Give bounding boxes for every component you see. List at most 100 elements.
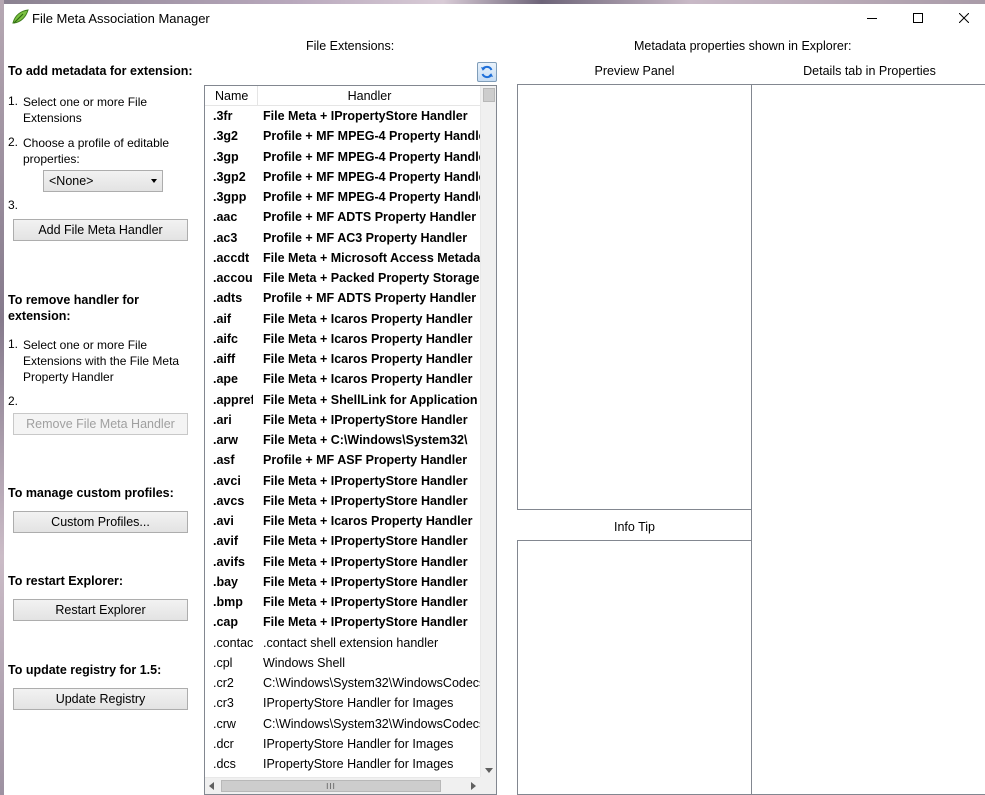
extension-name: .adts	[213, 291, 243, 306]
maximize-icon	[913, 13, 923, 23]
table-row[interactable]: .avifs File Meta + IPropertyStore Handler	[205, 552, 480, 572]
table-row[interactable]: .accountpicture-ms File Meta + Packed Pro…	[205, 268, 480, 288]
column-header-handler[interactable]: Handler	[259, 86, 480, 106]
extension-name: .dcs	[213, 757, 236, 771]
profile-select[interactable]: <None>	[43, 170, 163, 192]
handler-name: File Meta + IPropertyStore Handler	[263, 554, 468, 569]
close-button[interactable]	[941, 4, 985, 32]
chevron-down-icon	[151, 179, 157, 183]
minimize-icon	[867, 18, 877, 19]
handler-name: File Meta + ShellLink for Application	[263, 392, 478, 407]
vertical-scrollbar[interactable]	[480, 86, 496, 777]
table-row[interactable]: .3gp2 Profile + MF MPEG-4 Property Handle…	[205, 167, 480, 187]
table-row[interactable]: .aac Profile + MF ADTS Property Handler	[205, 207, 480, 227]
handler-name: File Meta + Microsoft Access Metadata	[263, 250, 480, 265]
table-row[interactable]: .avcs File Meta + IPropertyStore Handler	[205, 491, 480, 511]
custom-profiles-button[interactable]: Custom Profiles...	[13, 511, 188, 533]
table-row[interactable]: .appref-ms File Meta + ShellLink for Appl…	[205, 390, 480, 410]
handler-name: File Meta + IPropertyStore Handler	[263, 109, 468, 123]
handler-name: Profile + MF MPEG-4 Property Handler	[263, 129, 480, 144]
info-tip-list[interactable]	[517, 540, 752, 795]
extension-name: .3gp	[213, 149, 239, 164]
table-row[interactable]: .ari File Meta + IPropertyStore Handler	[205, 410, 480, 430]
restart-explorer-button[interactable]: Restart Explorer	[13, 599, 188, 621]
table-row[interactable]: .3gpp Profile + MF MPEG-4 Property Handle…	[205, 187, 480, 207]
remove-file-meta-handler-button[interactable]: Remove File Meta Handler	[13, 413, 188, 435]
table-row[interactable]: .aiff File Meta + Icaros Property Handler	[205, 349, 480, 369]
step-text: Select one or more File Extensions with …	[23, 338, 180, 384]
table-row[interactable]: .3fr File Meta + IPropertyStore Handler	[205, 106, 480, 126]
step-number: 2.	[8, 135, 19, 149]
remove-step-2-number: 2.	[8, 394, 19, 408]
list-rows: .3fr File Meta + IPropertyStore Handler .3…	[205, 106, 480, 777]
scroll-left-arrow-icon[interactable]	[209, 782, 214, 790]
table-row[interactable]: .avci File Meta + IPropertyStore Handler	[205, 471, 480, 491]
extension-name: .avifs	[213, 554, 245, 569]
handler-name: Profile + MF MPEG-4 Property Handler	[263, 169, 480, 184]
table-row[interactable]: .avif File Meta + IPropertyStore Handler	[205, 531, 480, 551]
file-extensions-label: File Extensions:	[306, 39, 395, 53]
extension-name: .arw	[213, 433, 239, 447]
table-row[interactable]: .3g2 Profile + MF MPEG-4 Property Handler	[205, 126, 480, 146]
table-row[interactable]: .adts Profile + MF ADTS Property Handler	[205, 288, 480, 308]
details-tab-list[interactable]	[751, 84, 985, 795]
table-row[interactable]: .contact .contact shell extension handler	[205, 633, 480, 653]
table-row[interactable]: .cap File Meta + IPropertyStore Handler	[205, 612, 480, 632]
handler-name: IPropertyStore Handler for Images	[263, 736, 454, 751]
remove-step-1: 1. Select one or more File Extensions wi…	[8, 337, 193, 387]
scroll-right-arrow-icon[interactable]	[471, 782, 476, 790]
extension-name: .cr2	[213, 676, 234, 690]
extension-name: .3g2	[213, 129, 239, 144]
table-row[interactable]: .asf Profile + MF ASF Property Handler	[205, 450, 480, 470]
refresh-button[interactable]	[477, 62, 497, 82]
column-header-name[interactable]: Name	[205, 86, 258, 106]
handler-name: File Meta + Icaros Property Handler	[263, 514, 473, 528]
window-title: File Meta Association Manager	[32, 11, 210, 26]
add-file-meta-handler-button[interactable]: Add File Meta Handler	[13, 219, 188, 241]
add-step-2: 2. Choose a profile of editable properti…	[8, 135, 188, 169]
table-row[interactable]: .ape File Meta + Icaros Property Handler	[205, 369, 480, 389]
table-row[interactable]: .aif File Meta + Icaros Property Handler	[205, 309, 480, 329]
table-row[interactable]: .bay File Meta + IPropertyStore Handler	[205, 572, 480, 592]
table-row[interactable]: .ac3 Profile + MF AC3 Property Handler	[205, 228, 480, 248]
handler-name: File Meta + IPropertyStore Handler	[263, 574, 468, 589]
handler-name: IPropertyStore Handler for Images	[263, 757, 454, 771]
scrollbar-corner	[480, 777, 496, 794]
handler-name: Windows Shell	[263, 655, 345, 670]
maximize-button[interactable]	[895, 4, 941, 32]
table-row[interactable]: .bmp File Meta + IPropertyStore Handler	[205, 592, 480, 612]
scroll-thumb[interactable]: III	[221, 780, 441, 792]
table-row[interactable]: .dcs IPropertyStore Handler for Images	[205, 754, 480, 774]
handler-name: File Meta + Packed Property Storage	[263, 271, 480, 285]
extension-name: .cpl	[213, 655, 233, 670]
handler-name: File Meta + IPropertyStore Handler	[263, 493, 468, 508]
table-row[interactable]: .cr3 IPropertyStore Handler for Images	[205, 693, 480, 713]
handler-name: File Meta + Icaros Property Handler	[263, 311, 473, 326]
handler-name: File Meta + IPropertyStore Handler	[263, 534, 468, 549]
refresh-icon	[481, 65, 493, 79]
table-row[interactable]: .crw C:\Windows\System32\WindowsCodecs	[205, 714, 480, 734]
extension-name: .dcr	[213, 736, 234, 751]
scroll-down-arrow-icon[interactable]	[485, 768, 493, 773]
extension-name: .avi	[213, 514, 234, 528]
table-row[interactable]: .dcr IPropertyStore Handler for Images	[205, 734, 480, 754]
table-row[interactable]: .avi File Meta + Icaros Property Handler	[205, 511, 480, 531]
horizontal-scrollbar[interactable]: III	[205, 777, 480, 794]
preview-panel-list[interactable]	[517, 84, 752, 510]
close-icon	[959, 13, 969, 23]
update-registry-button[interactable]: Update Registry	[13, 688, 188, 710]
scroll-thumb[interactable]	[483, 88, 495, 102]
table-row[interactable]: .cpl Windows Shell	[205, 653, 480, 673]
file-extensions-list[interactable]: Name Handler .3fr File Meta + IPropertySt…	[204, 85, 497, 795]
extension-name: .aiff	[213, 352, 236, 366]
table-row[interactable]: .3gp Profile + MF MPEG-4 Property Handler	[205, 147, 480, 167]
table-row[interactable]: .aifc File Meta + Icaros Property Handler	[205, 329, 480, 349]
table-row[interactable]: .accdt File Meta + Microsoft Access Metad…	[205, 248, 480, 268]
title-bar[interactable]: File Meta Association Manager	[4, 4, 985, 32]
main-window: File Meta Association Manager To add met…	[4, 4, 985, 795]
table-row[interactable]: .arw File Meta + C:\Windows\System32\	[205, 430, 480, 450]
restart-section-header: To restart Explorer:	[8, 574, 124, 588]
minimize-button[interactable]	[849, 4, 895, 32]
table-row[interactable]: .cr2 C:\Windows\System32\WindowsCodecs	[205, 673, 480, 693]
handler-name: C:\Windows\System32\WindowsCodecs	[263, 676, 480, 690]
